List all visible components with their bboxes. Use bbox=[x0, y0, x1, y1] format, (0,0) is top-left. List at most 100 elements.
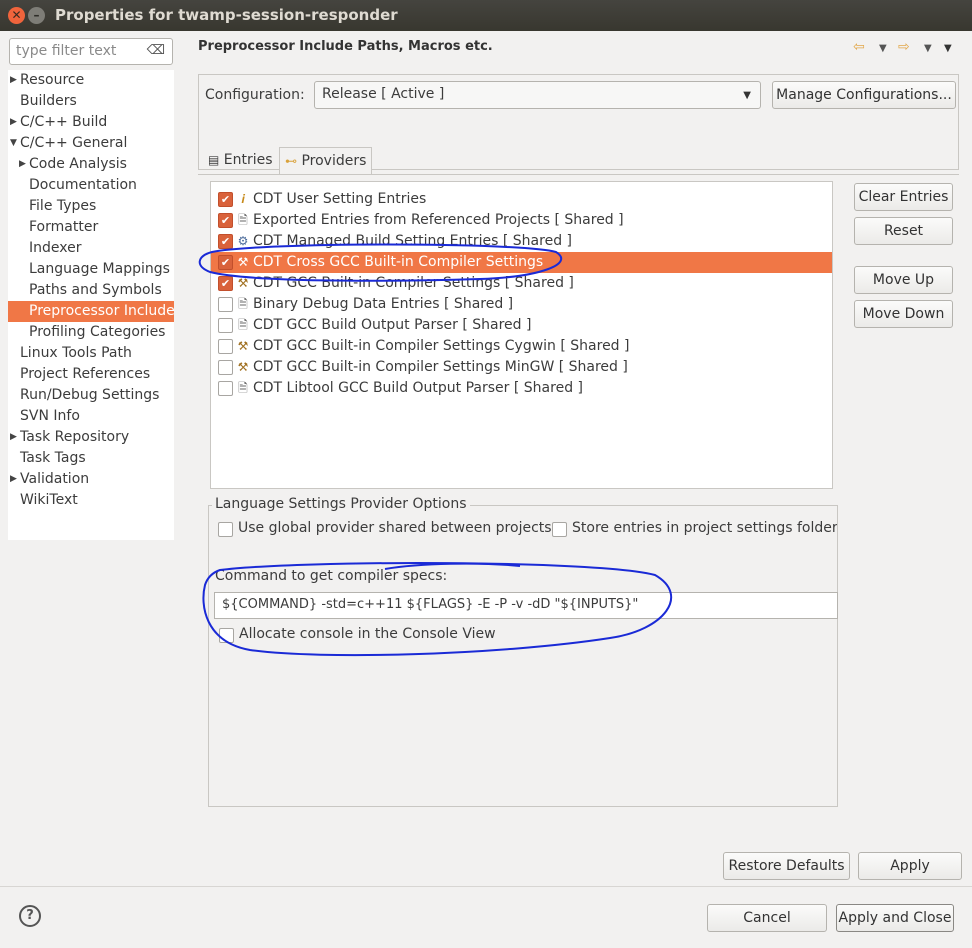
view-menu-icon[interactable]: ▼ bbox=[944, 43, 952, 54]
clear-entries-button[interactable]: Clear Entries bbox=[854, 183, 953, 211]
chevron-down-icon: ▼ bbox=[743, 90, 751, 101]
provider-checkbox[interactable] bbox=[218, 318, 233, 333]
tree-item[interactable]: Language Mappings bbox=[8, 259, 174, 280]
command-input[interactable]: ${COMMAND} -std=c++11 ${FLAGS} -E -P -v … bbox=[214, 592, 838, 619]
chevron-right-icon[interactable]: ▶ bbox=[19, 154, 26, 175]
provider-checkbox[interactable] bbox=[218, 381, 233, 396]
minimize-window-icon[interactable]: – bbox=[28, 7, 45, 24]
provider-checkbox[interactable]: ✔ bbox=[218, 192, 233, 207]
back-arrow-icon[interactable]: ⇦ bbox=[853, 39, 865, 55]
move-up-button[interactable]: Move Up bbox=[854, 266, 953, 294]
tree-item-label: Validation bbox=[20, 471, 90, 487]
provider-row[interactable]: ✔ ⚒ CDT GCC Built-in Compiler Settings [ S… bbox=[211, 273, 832, 294]
tree-item[interactable]: Task Tags bbox=[8, 448, 174, 469]
compiler-icon: ⚒ bbox=[237, 360, 249, 374]
provider-row[interactable]: 🗎 CDT GCC Build Output Parser [ Shared ] bbox=[211, 315, 832, 336]
provider-checkbox[interactable] bbox=[218, 339, 233, 354]
dialog-button-bar: ? Cancel Apply and Close bbox=[0, 886, 972, 948]
tree-item-label: Code Analysis bbox=[29, 156, 127, 172]
forward-dropdown-icon[interactable]: ▼ bbox=[924, 43, 932, 54]
restore-defaults-button[interactable]: Restore Defaults bbox=[723, 852, 850, 880]
tab-providers-label: Providers bbox=[301, 153, 367, 169]
close-window-icon[interactable]: ✕ bbox=[8, 7, 25, 24]
page-title: Preprocessor Include Paths, Macros etc. bbox=[198, 39, 493, 54]
clear-filter-icon[interactable]: ⌫ bbox=[147, 43, 165, 58]
manage-configurations-button[interactable]: Manage Configurations... bbox=[772, 81, 956, 109]
provider-checkbox[interactable]: ✔ bbox=[218, 213, 233, 228]
chevron-right-icon[interactable]: ▶ bbox=[10, 427, 17, 448]
provider-label: Exported Entries from Referenced Project… bbox=[253, 212, 624, 228]
apply-button[interactable]: Apply bbox=[858, 852, 962, 880]
tree-item-label: File Types bbox=[29, 198, 97, 214]
tree-item[interactable]: Preprocessor Include bbox=[8, 301, 175, 322]
cancel-button[interactable]: Cancel bbox=[707, 904, 827, 932]
provider-checkbox[interactable]: ✔ bbox=[218, 234, 233, 249]
provider-row[interactable]: ✔ 🗎 Exported Entries from Referenced Proje… bbox=[211, 210, 832, 231]
tree-item[interactable]: WikiText bbox=[8, 490, 174, 511]
provider-checkbox[interactable]: ✔ bbox=[218, 255, 233, 270]
chevron-right-icon[interactable]: ▶ bbox=[10, 70, 17, 91]
tree-item-label: Documentation bbox=[29, 177, 137, 193]
provider-row[interactable]: ✔ 𝒊 CDT User Setting Entries bbox=[211, 189, 832, 210]
filter-input[interactable] bbox=[10, 39, 142, 63]
tree-item[interactable]: ▶ C/C++ Build bbox=[8, 112, 174, 133]
compiler-icon: ⚒ bbox=[237, 276, 249, 290]
tree-item[interactable]: Project References bbox=[8, 364, 174, 385]
compiler-icon: ⚒ bbox=[237, 255, 249, 269]
tree-item[interactable]: Builders bbox=[8, 91, 174, 112]
tree-item[interactable]: ▶ Task Repository bbox=[8, 427, 174, 448]
help-icon[interactable]: ? bbox=[19, 905, 41, 927]
tree-item[interactable]: Linux Tools Path bbox=[8, 343, 174, 364]
provider-checkbox[interactable]: ✔ bbox=[218, 276, 233, 291]
tree-item-label: C/C++ Build bbox=[20, 114, 108, 130]
tree-item[interactable]: Run/Debug Settings bbox=[8, 385, 174, 406]
provider-list[interactable]: ✔ 𝒊 CDT User Setting Entries ✔ 🗎 Exported Ent… bbox=[210, 181, 833, 489]
tree-item[interactable]: ▼ C/C++ General bbox=[8, 133, 174, 154]
tree-item-label: Language Mappings bbox=[29, 261, 170, 277]
compiler-icon: ⚒ bbox=[237, 339, 249, 353]
tree-item-label: Run/Debug Settings bbox=[20, 387, 160, 403]
store-entries-checkbox[interactable] bbox=[552, 522, 567, 537]
reset-button[interactable]: Reset bbox=[854, 217, 953, 245]
apply-and-close-button[interactable]: Apply and Close bbox=[836, 904, 954, 932]
provider-row[interactable]: ⚒ CDT GCC Built-in Compiler Settings MinG… bbox=[211, 357, 832, 378]
tree-item[interactable]: Documentation bbox=[8, 175, 174, 196]
global-provider-checkbox[interactable] bbox=[218, 522, 233, 537]
configuration-select[interactable]: Release [ Active ] ▼ bbox=[314, 81, 761, 109]
tree-item[interactable]: Indexer bbox=[8, 238, 174, 259]
document-icon: 🗎 bbox=[238, 381, 248, 395]
provider-row[interactable]: ✔ ⚒ CDT Cross GCC Built-in Compiler Settin… bbox=[211, 252, 832, 273]
tree-item[interactable]: Paths and Symbols bbox=[8, 280, 174, 301]
forward-arrow-icon[interactable]: ⇨ bbox=[898, 39, 910, 55]
back-dropdown-icon[interactable]: ▼ bbox=[879, 43, 887, 54]
chevron-right-icon[interactable]: ▶ bbox=[10, 112, 17, 133]
providers-tab-icon: ⊷ bbox=[285, 154, 297, 168]
tab-entries-label: Entries bbox=[223, 152, 273, 168]
tree-item-label: Linux Tools Path bbox=[20, 345, 132, 361]
provider-label: CDT Libtool GCC Build Output Parser [ Sh… bbox=[253, 380, 583, 396]
provider-row[interactable]: ⚒ CDT GCC Built-in Compiler Settings Cygw… bbox=[211, 336, 832, 357]
provider-checkbox[interactable] bbox=[218, 297, 233, 312]
tab-entries[interactable]: ▤ Entries bbox=[203, 147, 278, 175]
tree-item[interactable]: ▶ Resource bbox=[8, 70, 174, 91]
tab-providers[interactable]: ⊷ Providers bbox=[279, 147, 373, 175]
chevron-right-icon[interactable]: ▶ bbox=[10, 469, 17, 490]
tree-item[interactable]: Profiling Categories bbox=[8, 322, 174, 343]
tree-item[interactable]: Formatter bbox=[8, 217, 174, 238]
provider-label: CDT GCC Built-in Compiler Settings Cygwi… bbox=[253, 338, 630, 354]
tree-item-label: Indexer bbox=[29, 240, 82, 256]
provider-row[interactable]: 🗎 Binary Debug Data Entries [ Shared ] bbox=[211, 294, 832, 315]
tree-item[interactable]: ▶ Code Analysis bbox=[8, 154, 174, 175]
tree-item[interactable]: File Types bbox=[8, 196, 174, 217]
provider-label: CDT GCC Built-in Compiler Settings MinGW… bbox=[253, 359, 628, 375]
provider-checkbox[interactable] bbox=[218, 360, 233, 375]
document-icon: 🗎 bbox=[238, 297, 248, 311]
provider-row[interactable]: 🗎 CDT Libtool GCC Build Output Parser [ S… bbox=[211, 378, 832, 399]
chevron-down-icon[interactable]: ▼ bbox=[10, 133, 17, 154]
tree-item[interactable]: SVN Info bbox=[8, 406, 174, 427]
tree-item[interactable]: ▶ Validation bbox=[8, 469, 174, 490]
allocate-console-checkbox[interactable] bbox=[219, 628, 234, 643]
move-down-button[interactable]: Move Down bbox=[854, 300, 953, 328]
configuration-value: Release [ Active ] bbox=[322, 86, 445, 102]
provider-row[interactable]: ✔ ⚙ CDT Managed Build Setting Entries [ Sh… bbox=[211, 231, 832, 252]
